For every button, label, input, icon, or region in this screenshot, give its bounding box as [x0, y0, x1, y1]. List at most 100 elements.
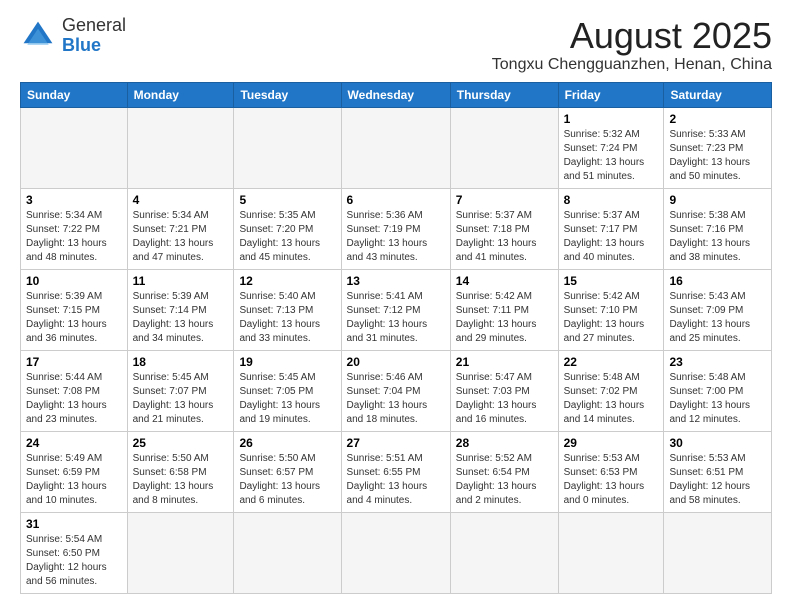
day-number: 6: [347, 193, 445, 207]
day-number: 17: [26, 355, 122, 369]
calendar-cell: 28 Sunrise: 5:52 AM Sunset: 6:54 PM Dayli…: [450, 431, 558, 512]
calendar-cell: 7 Sunrise: 5:37 AM Sunset: 7:18 PM Daylig…: [450, 188, 558, 269]
calendar-cell: 10 Sunrise: 5:39 AM Sunset: 7:15 PM Dayli…: [21, 269, 128, 350]
calendar-cell: 9Sunrise: 5:38 AM Sunset: 7:16 PM Daylig…: [664, 188, 772, 269]
calendar-cell: 13 Sunrise: 5:41 AM Sunset: 7:12 PM Dayli…: [341, 269, 450, 350]
day-info: Sunrise: 5:35 AM Sunset: 7:20 PM Dayligh…: [239, 209, 335, 265]
day-number: 10: [26, 274, 122, 288]
day-number: 29: [564, 436, 659, 450]
day-info: Sunrise: 5:39 AM Sunset: 7:14 PM Dayligh…: [133, 290, 229, 346]
day-info: Sunrise: 5:37 AM Sunset: 7:18 PM Dayligh…: [456, 209, 553, 265]
generalblue-logo-icon: [20, 18, 56, 54]
day-number: 20: [347, 355, 445, 369]
day-number: 25: [133, 436, 229, 450]
weekday-header-tuesday: Tuesday: [234, 82, 341, 107]
calendar-cell: 12Sunrise: 5:40 AM Sunset: 7:13 PM Dayli…: [234, 269, 341, 350]
calendar-cell: [127, 512, 234, 593]
calendar-cell: 21 Sunrise: 5:47 AM Sunset: 7:03 PM Dayli…: [450, 350, 558, 431]
day-number: 8: [564, 193, 659, 207]
day-number: 1: [564, 112, 659, 126]
day-info: Sunrise: 5:41 AM Sunset: 7:12 PM Dayligh…: [347, 290, 445, 346]
logo-text: General Blue: [62, 16, 126, 56]
calendar-cell: 8Sunrise: 5:37 AM Sunset: 7:17 PM Daylig…: [558, 188, 664, 269]
day-info: Sunrise: 5:42 AM Sunset: 7:11 PM Dayligh…: [456, 290, 553, 346]
day-info: Sunrise: 5:45 AM Sunset: 7:07 PM Dayligh…: [133, 371, 229, 427]
calendar-week-5: 31 Sunrise: 5:54 AM Sunset: 6:50 PM Dayli…: [21, 512, 772, 593]
calendar-cell: 18Sunrise: 5:45 AM Sunset: 7:07 PM Dayli…: [127, 350, 234, 431]
day-info: Sunrise: 5:50 AM Sunset: 6:58 PM Dayligh…: [133, 452, 229, 508]
day-info: Sunrise: 5:44 AM Sunset: 7:08 PM Dayligh…: [26, 371, 122, 427]
day-info: Sunrise: 5:48 AM Sunset: 7:02 PM Dayligh…: [564, 371, 659, 427]
logo-general: General: [62, 15, 126, 35]
calendar-cell: 31 Sunrise: 5:54 AM Sunset: 6:50 PM Dayli…: [21, 512, 128, 593]
location-subtitle: Tongxu Chengguanzhen, Henan, China: [492, 56, 772, 74]
day-info: Sunrise: 5:45 AM Sunset: 7:05 PM Dayligh…: [239, 371, 335, 427]
calendar-week-0: 1 Sunrise: 5:32 AM Sunset: 7:24 PM Daylig…: [21, 107, 772, 188]
weekday-header-saturday: Saturday: [664, 82, 772, 107]
weekday-header-friday: Friday: [558, 82, 664, 107]
day-number: 5: [239, 193, 335, 207]
day-info: Sunrise: 5:39 AM Sunset: 7:15 PM Dayligh…: [26, 290, 122, 346]
weekday-header-thursday: Thursday: [450, 82, 558, 107]
day-number: 13: [347, 274, 445, 288]
weekday-header-row: SundayMondayTuesdayWednesdayThursdayFrid…: [21, 82, 772, 107]
day-number: 19: [239, 355, 335, 369]
day-number: 31: [26, 517, 122, 531]
calendar-cell: [234, 512, 341, 593]
day-number: 14: [456, 274, 553, 288]
calendar-cell: 24Sunrise: 5:49 AM Sunset: 6:59 PM Dayli…: [21, 431, 128, 512]
day-info: Sunrise: 5:33 AM Sunset: 7:23 PM Dayligh…: [669, 128, 766, 184]
calendar-cell: 14 Sunrise: 5:42 AM Sunset: 7:11 PM Dayli…: [450, 269, 558, 350]
day-number: 28: [456, 436, 553, 450]
calendar-cell: [558, 512, 664, 593]
day-number: 12: [239, 274, 335, 288]
calendar-week-3: 17 Sunrise: 5:44 AM Sunset: 7:08 PM Dayli…: [21, 350, 772, 431]
day-number: 3: [26, 193, 122, 207]
day-info: Sunrise: 5:52 AM Sunset: 6:54 PM Dayligh…: [456, 452, 553, 508]
day-number: 23: [669, 355, 766, 369]
logo: General Blue: [20, 16, 126, 56]
day-info: Sunrise: 5:54 AM Sunset: 6:50 PM Dayligh…: [26, 533, 122, 589]
calendar-cell: 20 Sunrise: 5:46 AM Sunset: 7:04 PM Dayli…: [341, 350, 450, 431]
calendar-cell: 5 Sunrise: 5:35 AM Sunset: 7:20 PM Daylig…: [234, 188, 341, 269]
day-info: Sunrise: 5:42 AM Sunset: 7:10 PM Dayligh…: [564, 290, 659, 346]
day-info: Sunrise: 5:47 AM Sunset: 7:03 PM Dayligh…: [456, 371, 553, 427]
day-info: Sunrise: 5:48 AM Sunset: 7:00 PM Dayligh…: [669, 371, 766, 427]
day-info: Sunrise: 5:53 AM Sunset: 6:51 PM Dayligh…: [669, 452, 766, 508]
day-number: 26: [239, 436, 335, 450]
weekday-header-sunday: Sunday: [21, 82, 128, 107]
logo-blue: Blue: [62, 35, 101, 55]
day-info: Sunrise: 5:50 AM Sunset: 6:57 PM Dayligh…: [239, 452, 335, 508]
day-number: 7: [456, 193, 553, 207]
calendar-cell: [341, 107, 450, 188]
calendar-cell: 19 Sunrise: 5:45 AM Sunset: 7:05 PM Dayli…: [234, 350, 341, 431]
day-info: Sunrise: 5:46 AM Sunset: 7:04 PM Dayligh…: [347, 371, 445, 427]
day-info: Sunrise: 5:38 AM Sunset: 7:16 PM Dayligh…: [669, 209, 766, 265]
calendar-cell: 29Sunrise: 5:53 AM Sunset: 6:53 PM Dayli…: [558, 431, 664, 512]
day-info: Sunrise: 5:32 AM Sunset: 7:24 PM Dayligh…: [564, 128, 659, 184]
day-number: 21: [456, 355, 553, 369]
calendar-cell: [341, 512, 450, 593]
page: General Blue August 2025 Tongxu Chenggua…: [0, 0, 792, 604]
day-number: 27: [347, 436, 445, 450]
day-info: Sunrise: 5:36 AM Sunset: 7:19 PM Dayligh…: [347, 209, 445, 265]
title-block: August 2025 Tongxu Chengguanzhen, Henan,…: [492, 16, 772, 74]
calendar-cell: 22 Sunrise: 5:48 AM Sunset: 7:02 PM Dayli…: [558, 350, 664, 431]
header: General Blue August 2025 Tongxu Chenggua…: [20, 16, 772, 74]
month-title: August 2025: [492, 16, 772, 56]
calendar-cell: 26 Sunrise: 5:50 AM Sunset: 6:57 PM Dayli…: [234, 431, 341, 512]
day-number: 30: [669, 436, 766, 450]
calendar-cell: 1 Sunrise: 5:32 AM Sunset: 7:24 PM Daylig…: [558, 107, 664, 188]
day-info: Sunrise: 5:43 AM Sunset: 7:09 PM Dayligh…: [669, 290, 766, 346]
calendar-cell: 6 Sunrise: 5:36 AM Sunset: 7:19 PM Daylig…: [341, 188, 450, 269]
calendar-cell: 16Sunrise: 5:43 AM Sunset: 7:09 PM Dayli…: [664, 269, 772, 350]
day-number: 22: [564, 355, 659, 369]
calendar-cell: 2 Sunrise: 5:33 AM Sunset: 7:23 PM Daylig…: [664, 107, 772, 188]
day-number: 24: [26, 436, 122, 450]
day-number: 2: [669, 112, 766, 126]
calendar-cell: 25 Sunrise: 5:50 AM Sunset: 6:58 PM Dayli…: [127, 431, 234, 512]
day-info: Sunrise: 5:51 AM Sunset: 6:55 PM Dayligh…: [347, 452, 445, 508]
calendar-cell: [664, 512, 772, 593]
calendar-cell: [450, 107, 558, 188]
calendar-cell: [234, 107, 341, 188]
